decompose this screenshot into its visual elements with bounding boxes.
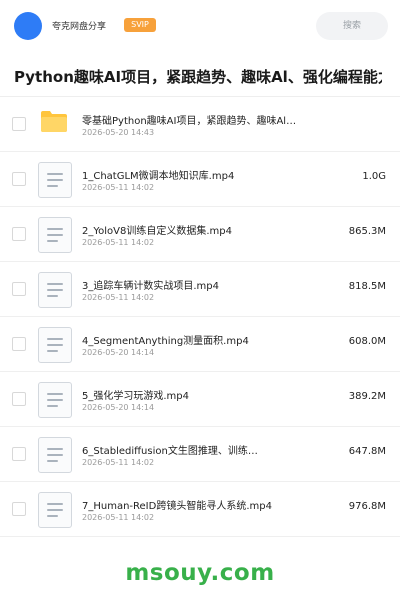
file-date: 2026-05-20 14:14	[82, 348, 155, 357]
file-list: 零基础Python趣味AI项目，紧跟趋势、趣味Al… 2026-05-20 14…	[0, 97, 400, 537]
file-size: 818.5M	[348, 281, 386, 292]
list-item-file[interactable]: 4_SegmentAnything测量面积.mp4 2026-05-20 14:…	[0, 317, 400, 372]
row-checkbox[interactable]	[12, 172, 26, 186]
uploader-name: 夸克网盘分享	[52, 22, 107, 32]
row-checkbox[interactable]	[12, 392, 26, 406]
file-name: 4_SegmentAnything测量面积.mp4	[82, 336, 249, 347]
row-checkbox[interactable]	[12, 282, 26, 296]
file-size: 608.0M	[348, 336, 386, 347]
file-name: 1_ChatGLM微调本地知识库.mp4	[82, 171, 235, 182]
row-checkbox[interactable]	[12, 447, 26, 461]
list-item-file[interactable]: 1_ChatGLM微调本地知识库.mp4 2026-05-11 14:02 1.…	[0, 152, 400, 207]
file-name: 5_强化学习玩游戏.mp4	[82, 391, 189, 402]
row-checkbox[interactable]	[12, 227, 26, 241]
video-file-icon	[38, 162, 72, 198]
file-date: 2026-05-11 14:02	[82, 293, 155, 302]
list-item-file[interactable]: 6_Stablediffusion文生图推理、训练… 2026-05-11 14…	[0, 427, 400, 482]
avatar[interactable]	[14, 12, 42, 40]
video-file-icon	[38, 327, 72, 363]
file-size: 647.8M	[348, 446, 386, 457]
list-item-file[interactable]: 3_追踪车辆计数实战项目.mp4 2026-05-11 14:02 818.5M	[0, 262, 400, 317]
share-title-bar: Python趣味AI项目，紧跟趋势、趣味Al、强化编程能力	[0, 54, 400, 97]
svip-badge: SVIP	[124, 18, 156, 32]
file-date: 2026-05-11 14:02	[82, 238, 155, 247]
file-size: 865.3M	[348, 226, 386, 237]
folder-icon	[40, 109, 68, 133]
file-date: 2026-05-11 14:02	[82, 458, 155, 467]
video-file-icon	[38, 272, 72, 308]
file-name: 7_Human-ReID跨镜头智能寻人系统.mp4	[82, 501, 272, 512]
file-size: 976.8M	[348, 501, 386, 512]
video-file-icon	[38, 492, 72, 528]
list-item-file[interactable]: 5_强化学习玩游戏.mp4 2026-05-20 14:14 389.2M	[0, 372, 400, 427]
file-size: 389.2M	[348, 391, 386, 402]
file-name: 2_YoloV8训练自定义数据集.mp4	[82, 226, 232, 237]
video-file-icon	[38, 217, 72, 253]
row-checkbox[interactable]	[12, 117, 26, 131]
share-header: 夸克网盘分享 SVIP 搜索	[0, 0, 400, 54]
search-button[interactable]: 搜索	[316, 12, 388, 40]
row-checkbox[interactable]	[12, 337, 26, 351]
list-item-folder[interactable]: 零基础Python趣味AI项目，紧跟趋势、趣味Al… 2026-05-20 14…	[0, 97, 400, 152]
file-date: 2026-05-11 14:02	[82, 513, 155, 522]
file-size: 1.0G	[362, 171, 386, 182]
video-file-icon	[38, 382, 72, 418]
file-name: 3_追踪车辆计数实战项目.mp4	[82, 281, 219, 292]
file-date: 2026-05-20 14:14	[82, 403, 155, 412]
file-name: 6_Stablediffusion文生图推理、训练…	[82, 446, 258, 457]
file-date: 2026-05-20 14:43	[82, 128, 155, 137]
row-checkbox[interactable]	[12, 502, 26, 516]
list-item-file[interactable]: 2_YoloV8训练自定义数据集.mp4 2026-05-11 14:02 86…	[0, 207, 400, 262]
watermark-text: msouy.com	[125, 560, 275, 586]
list-item-file[interactable]: 7_Human-ReID跨镜头智能寻人系统.mp4 2026-05-11 14:…	[0, 482, 400, 537]
file-name: 零基础Python趣味AI项目，紧跟趋势、趣味Al…	[82, 116, 297, 127]
file-date: 2026-05-11 14:02	[82, 183, 155, 192]
page-title: Python趣味AI项目，紧跟趋势、趣味Al、强化编程能力	[14, 68, 382, 86]
video-file-icon	[38, 437, 72, 473]
